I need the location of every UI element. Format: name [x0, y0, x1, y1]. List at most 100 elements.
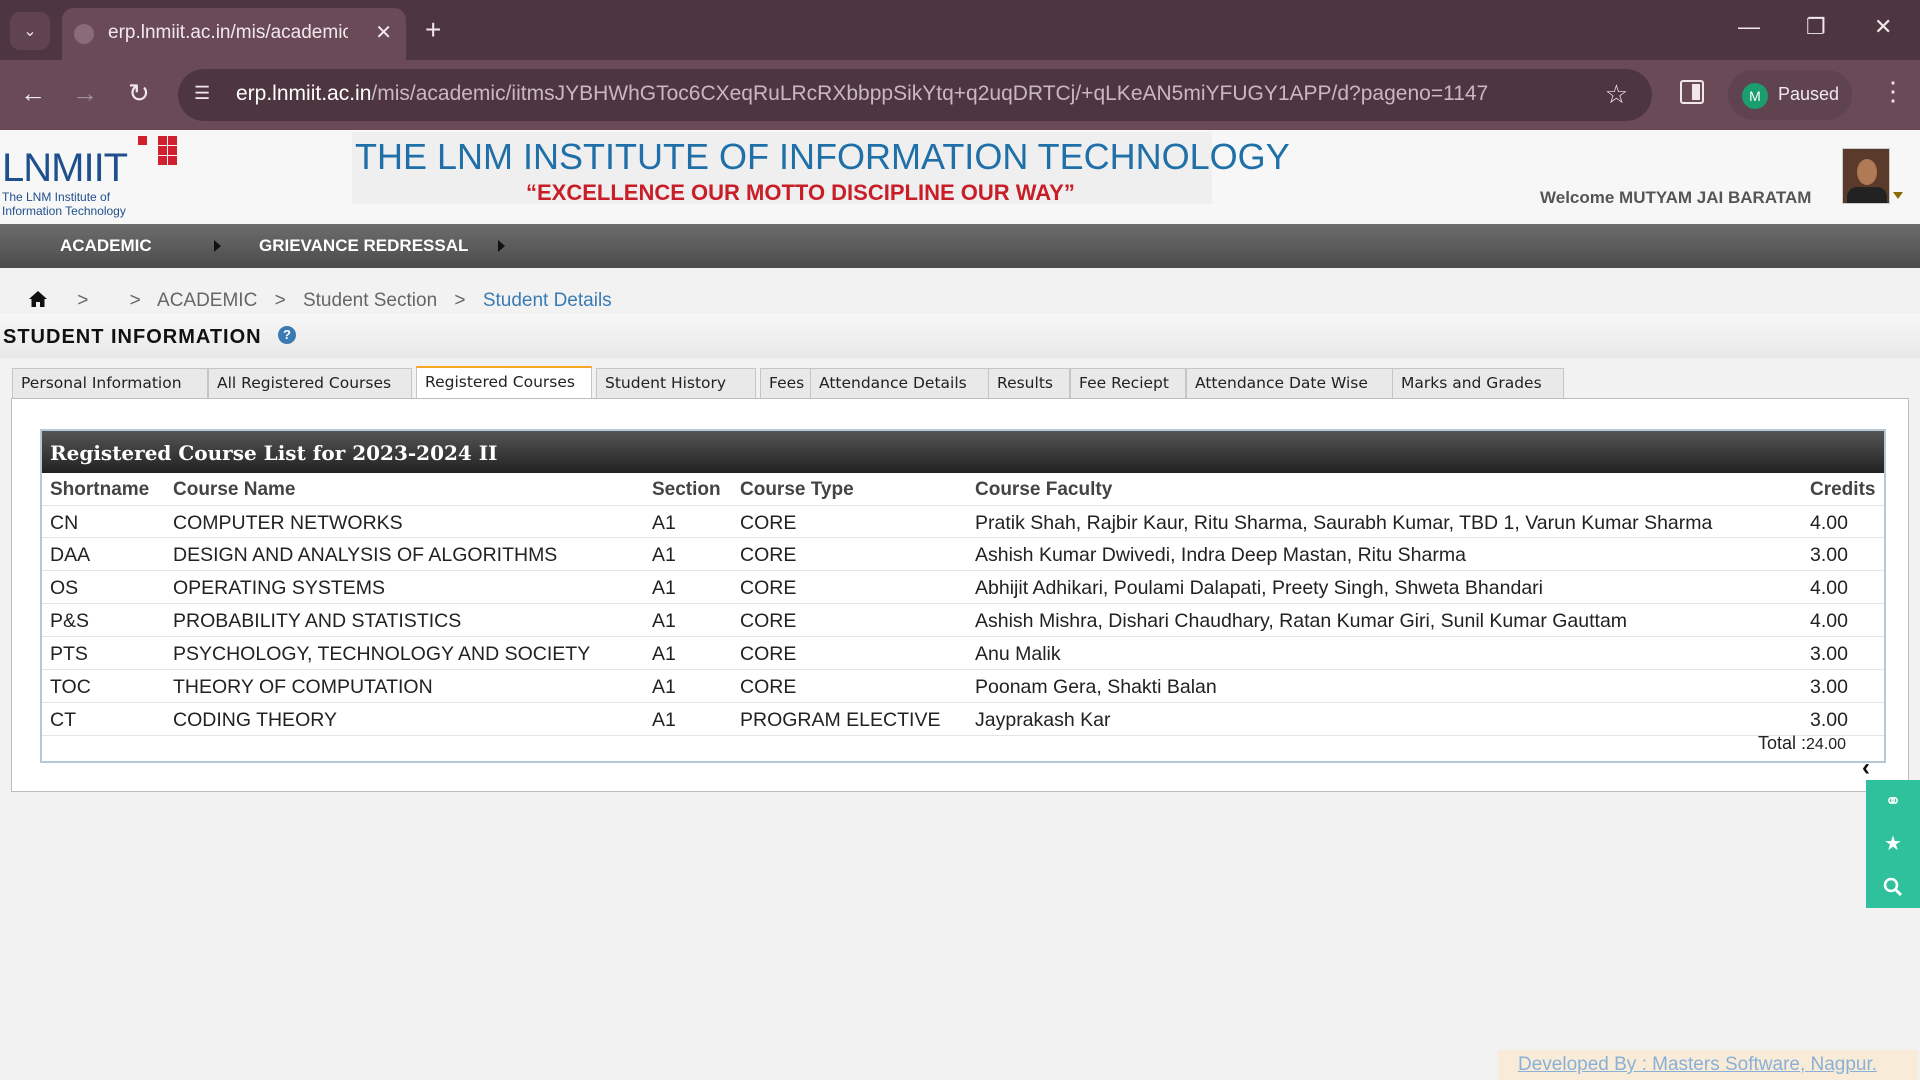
footer-credits: Developed By : Masters Software, Nagpur.: [1498, 1050, 1918, 1080]
browser-tab-active[interactable]: erp.lnmiit.ac.in/mis/academic/ii ✕: [62, 8, 406, 60]
favorite-star-icon[interactable]: ★: [1866, 824, 1920, 864]
forward-arrow-icon[interactable]: →: [72, 78, 98, 109]
tab-results[interactable]: Results: [988, 368, 1070, 398]
col-section: Section: [652, 479, 721, 500]
cell-course-name: PROBABILITY AND STATISTICS: [173, 610, 462, 632]
nav-academic[interactable]: ACADEMIC: [60, 236, 152, 256]
user-avatar[interactable]: [1842, 148, 1890, 204]
total-value: 24.00: [1806, 736, 1847, 753]
col-course-type: Course Type: [740, 479, 854, 500]
breadcrumb-student-details[interactable]: Student Details: [483, 290, 612, 311]
reload-icon[interactable]: ↻: [128, 78, 150, 109]
tab-marks-and-grades[interactable]: Marks and Grades: [1392, 368, 1564, 398]
tab-student-history[interactable]: Student History: [596, 368, 756, 398]
cell-shortname: CN: [50, 512, 79, 534]
site-header: LNMIIT The LNM Institute of Information …: [0, 130, 1920, 224]
tab-registered-courses[interactable]: Registered Courses: [416, 366, 592, 398]
nav-grievance-arrow-icon[interactable]: [498, 240, 505, 252]
cell-shortname: OS: [50, 577, 79, 599]
cell-section: A1: [652, 544, 676, 566]
new-tab-button[interactable]: +: [425, 14, 441, 46]
cell-course-type: CORE: [740, 676, 797, 698]
browser-menu-icon[interactable]: ⋮: [1880, 76, 1906, 107]
cell-course-name: THEORY OF COMPUTATION: [173, 676, 433, 698]
site-info-icon[interactable]: ☰: [194, 83, 220, 107]
cell-course-faculty: Jayprakash Kar: [975, 709, 1111, 731]
cell-course-name: COMPUTER NETWORKS: [173, 512, 403, 534]
profile-button[interactable]: M Paused: [1728, 70, 1852, 120]
logo-square: [158, 146, 167, 155]
cell-shortname: TOC: [50, 676, 91, 698]
cell-section: A1: [652, 512, 676, 534]
registered-courses-table: Registered Course List for 2023-2024 II …: [40, 429, 1886, 763]
section-header: STUDENT INFORMATION ?: [0, 314, 1920, 358]
help-icon[interactable]: ?: [278, 326, 296, 344]
lnmiit-logo[interactable]: LNMIIT The LNM Institute of Information …: [0, 132, 180, 224]
cell-credits: 4.00: [1810, 610, 1848, 632]
cell-shortname: DAA: [50, 544, 91, 566]
avatar-shirt: [1847, 187, 1887, 203]
cell-course-faculty: Abhijit Adhikari, Poulami Dalapati, Pree…: [975, 577, 1543, 599]
breadcrumb-separator: >: [77, 290, 89, 311]
cell-section: A1: [652, 643, 676, 665]
breadcrumb-academic[interactable]: ACADEMIC: [157, 290, 257, 311]
web-page: LNMIIT The LNM Institute of Information …: [0, 130, 1920, 1080]
breadcrumb-student-section[interactable]: Student Section: [303, 290, 437, 311]
cell-section: A1: [652, 610, 676, 632]
home-icon[interactable]: [28, 290, 48, 308]
minimize-window-icon[interactable]: —: [1738, 14, 1760, 40]
bookmark-star-icon[interactable]: ☆: [1605, 79, 1628, 110]
avatar-face: [1857, 159, 1877, 185]
restore-window-icon[interactable]: ❐: [1806, 14, 1826, 40]
cell-course-name: OPERATING SYSTEMS: [173, 577, 386, 599]
institute-title: THE LNM INSTITUTE OF INFORMATION TECHNOL…: [355, 136, 1290, 177]
close-window-icon[interactable]: ✕: [1874, 14, 1892, 40]
logo-square: [158, 136, 167, 145]
logo-text: LNMIIT: [2, 146, 128, 190]
tab-all-registered-courses[interactable]: All Registered Courses: [208, 368, 412, 398]
table-row: CN COMPUTER NETWORKS A1 CORE Pratik Shah…: [42, 505, 1884, 538]
cell-course-name: CODING THEORY: [173, 709, 337, 731]
nav-grievance-redressal[interactable]: GRIEVANCE REDRESSAL: [259, 236, 468, 256]
cell-course-name: DESIGN AND ANALYSIS OF ALGORITHMS: [173, 544, 558, 566]
cell-course-type: CORE: [740, 512, 797, 534]
cell-course-faculty: Pratik Shah, Rajbir Kaur, Ritu Sharma, S…: [975, 512, 1713, 534]
logo-subtitle: The LNM Institute of Information Technol…: [2, 190, 126, 218]
address-bar[interactable]: ☰ erp.lnmiit.ac.in/mis/academic/iitmsJYB…: [178, 69, 1652, 121]
side-panel-icon[interactable]: [1680, 80, 1704, 104]
cell-shortname: PTS: [50, 643, 88, 665]
close-tab-icon[interactable]: ✕: [375, 20, 392, 45]
cell-course-name: PSYCHOLOGY, TECHNOLOGY AND SOCIETY: [173, 643, 591, 665]
page-title: STUDENT INFORMATION: [3, 326, 262, 348]
nav-academic-arrow-icon[interactable]: [214, 240, 221, 252]
cell-credits: 3.00: [1810, 709, 1848, 731]
cell-course-faculty: Poonam Gera, Shakti Balan: [975, 676, 1217, 698]
tab-fee-reciept[interactable]: Fee Reciept: [1070, 368, 1186, 398]
cell-course-type: CORE: [740, 577, 797, 599]
logo-square: [168, 136, 177, 145]
search-icon[interactable]: [1866, 866, 1920, 906]
cell-shortname: P&S: [50, 610, 90, 632]
total-credits: Total :24.00: [1758, 733, 1846, 754]
table-row: PTS PSYCHOLOGY, TECHNOLOGY AND SOCIETY A…: [42, 637, 1884, 670]
table-row: CT CODING THEORY A1 PROGRAM ELECTIVE Jay…: [42, 703, 1884, 736]
tab-attendance-details[interactable]: Attendance Details: [810, 368, 992, 398]
address-url[interactable]: erp.lnmiit.ac.in/mis/academic/iitmsJYBHW…: [236, 82, 1488, 106]
tab-search-dropdown-icon[interactable]: ⌄: [10, 12, 50, 50]
site-favicon-icon: [74, 24, 94, 44]
tab-personal-information[interactable]: Personal Information: [12, 368, 208, 398]
back-arrow-icon[interactable]: ←: [20, 78, 46, 109]
col-credits: Credits: [1810, 479, 1876, 500]
side-panel-collapse-icon[interactable]: ‹: [1862, 754, 1870, 782]
link-icon[interactable]: ⚭: [1866, 782, 1920, 822]
welcome-text: Welcome MUTYAM JAI BARATAM: [1540, 188, 1812, 207]
table-row: TOC THEORY OF COMPUTATION A1 CORE Poonam…: [42, 670, 1884, 703]
cell-course-faculty: Ashish Kumar Dwivedi, Indra Deep Mastan,…: [975, 544, 1466, 566]
cell-course-faculty: Anu Malik: [975, 643, 1061, 665]
cell-course-type: PROGRAM ELECTIVE: [740, 709, 941, 731]
logo-square: [168, 156, 177, 165]
tab-attendance-date-wise[interactable]: Attendance Date Wise: [1186, 368, 1396, 398]
user-menu-caret-icon[interactable]: [1893, 192, 1903, 199]
cell-course-faculty: Ashish Mishra, Dishari Chaudhary, Ratan …: [975, 610, 1628, 632]
developed-by-link[interactable]: Developed By : Masters Software, Nagpur.: [1518, 1054, 1877, 1076]
